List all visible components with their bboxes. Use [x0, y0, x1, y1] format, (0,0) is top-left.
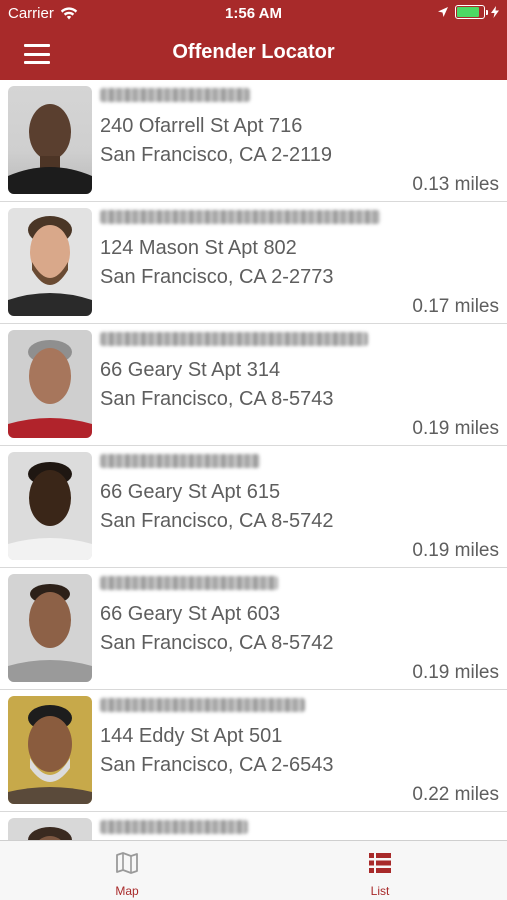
offender-distance: 0.13 miles [412, 174, 499, 195]
list-icon [369, 853, 391, 873]
offender-address-line1: 66 Geary St Apt 603 [100, 603, 281, 625]
offender-distance: 0.22 miles [412, 784, 499, 805]
charging-bolt-icon [491, 6, 499, 18]
offender-address-line1: 66 Geary St Apt 615 [100, 481, 281, 503]
offender-name-redacted [100, 698, 305, 712]
offender-photo [8, 818, 92, 840]
tab-map-label: Map [115, 884, 139, 898]
offender-name-redacted [100, 820, 248, 834]
offender-distance: 0.19 miles [412, 418, 499, 439]
offender-row[interactable]: 66 Geary St Apt 603 San Francisco, CA 8-… [0, 568, 507, 690]
offender-photo [8, 208, 92, 316]
offender-address-line2: San Francisco, CA 2-6543 [100, 754, 334, 776]
portrait-illustration [8, 340, 92, 438]
offender-address-line1: 124 Mason St Apt 802 [100, 237, 297, 259]
tab-map[interactable]: Map [47, 841, 207, 900]
offender-row[interactable]: 66 Geary St Apt 314 San Francisco, CA 8-… [0, 324, 507, 446]
offender-name-redacted [100, 576, 278, 590]
offender-row[interactable]: 240 Ofarrell St Apt 716 San Francisco, C… [0, 80, 507, 202]
offender-name-redacted [100, 332, 368, 346]
offender-distance: 0.17 miles [412, 296, 499, 317]
tab-bar: Map List [0, 840, 507, 900]
offender-address-line2: San Francisco, CA 8-5742 [100, 510, 334, 532]
page-title: Offender Locator [172, 41, 335, 63]
offender-address-line2: San Francisco, CA 2-2119 [100, 144, 332, 166]
offender-photo [8, 330, 92, 438]
offender-address-line2: San Francisco, CA 2-2773 [100, 266, 334, 288]
offender-distance: 0.19 miles [412, 540, 499, 561]
offender-list[interactable]: 240 Ofarrell St Apt 716 San Francisco, C… [0, 80, 507, 840]
location-arrow-icon [438, 7, 448, 17]
tab-list[interactable]: List [300, 841, 460, 900]
tab-list-label: List [370, 884, 390, 898]
portrait-illustration [8, 216, 92, 316]
offender-name-redacted [100, 210, 380, 224]
portrait-illustration [28, 827, 72, 840]
status-bar: Carrier 1:56 AM [0, 0, 507, 28]
offender-row[interactable]: 66 Geary St Apt 615 San Francisco, CA 8-… [0, 446, 507, 568]
offender-row[interactable] [0, 812, 507, 840]
offender-row[interactable]: 124 Mason St Apt 802 San Francisco, CA 2… [0, 202, 507, 324]
offender-name-redacted [100, 88, 250, 102]
status-right [437, 5, 499, 19]
offender-address-line2: San Francisco, CA 8-5743 [100, 388, 334, 410]
battery-cap [486, 10, 488, 15]
offender-name-redacted [100, 454, 260, 468]
offender-address-line1: 66 Geary St Apt 314 [100, 359, 281, 381]
battery-level [457, 7, 480, 17]
offender-address-line1: 144 Eddy St Apt 501 [100, 725, 283, 747]
map-icon [116, 852, 138, 874]
portrait-illustration [8, 462, 92, 560]
offender-address-line1: 240 Ofarrell St Apt 716 [100, 115, 303, 137]
offender-address-line2: San Francisco, CA 8-5742 [100, 632, 334, 654]
battery-icon [455, 5, 488, 19]
offender-distance: 0.19 miles [412, 662, 499, 683]
portrait-illustration [8, 705, 92, 804]
nav-bar: Offender Locator [0, 28, 507, 80]
status-time: 1:56 AM [225, 5, 282, 22]
offender-photo [8, 696, 92, 804]
offender-photo [8, 574, 92, 682]
portrait-illustration [8, 584, 92, 682]
offender-photo [8, 452, 92, 560]
offender-photo [8, 86, 92, 194]
portrait-illustration [8, 104, 92, 194]
offender-row[interactable]: 144 Eddy St Apt 501 San Francisco, CA 2-… [0, 690, 507, 812]
